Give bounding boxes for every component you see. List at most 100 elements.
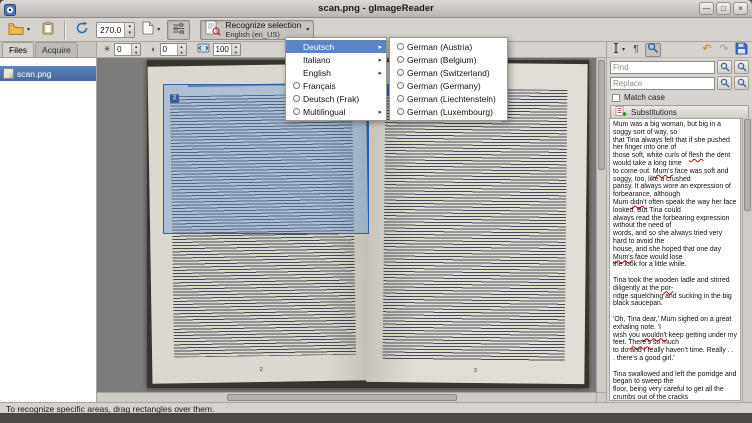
rotation-steppers[interactable]: ▴ ▾ [124,23,134,37]
replace-all-button[interactable] [734,76,749,90]
misspelled-word: wouldn't [642,332,667,339]
menu-item-german-austria[interactable]: German (Austria) [390,40,507,53]
undo-button[interactable]: ↶ [699,43,715,57]
substitutions-button[interactable]: Substitutions [610,105,749,119]
app-window: scan.png - gImageReader — □ × ▾ 270.0 [0,0,752,423]
brightness-spinbox[interactable]: 0 ▴▾ [114,43,141,56]
page-icon [142,21,154,38]
menu-item-gutter [290,95,303,102]
find-next-button[interactable] [734,60,749,74]
scrollbar-thumb[interactable] [227,394,457,401]
insert-mode-button[interactable]: ▾ [609,43,627,57]
menu-item-gutter [394,82,407,89]
search-icon [737,60,747,75]
scrollbar-thumb[interactable] [744,119,751,211]
substitutions-label: Substitutions [631,108,677,117]
menu-item-label: English [303,68,374,78]
open-button[interactable]: ▾ [3,20,35,40]
ocr-text-segment: often speak the way her face looked. But… [613,199,738,253]
spin-down-icon[interactable]: ▾ [232,50,240,56]
brightness-control: ☀ 0 ▴▾ [103,43,141,56]
redo-icon: ↷ [719,44,728,55]
misspelled-word: Mum's [613,254,633,261]
contrast-spinbox[interactable]: 0 ▴▾ [160,43,187,56]
substitutions-icon [615,105,627,119]
save-output-button[interactable] [733,43,750,57]
menu-item-label: Italiano [303,55,374,65]
search-icon [720,76,730,91]
menu-item-german-germany[interactable]: German (Germany) [390,79,507,92]
menu-item-german-luxembourg[interactable]: German (Luxembourg) [390,105,507,118]
misspelled-word: flesh [689,152,704,159]
menu-item-deutsch-frak[interactable]: Deutsch (Frak) [286,92,386,105]
contrast-steppers[interactable]: ▴▾ [177,44,186,55]
replace-button[interactable] [717,76,732,90]
find-replace-toggle[interactable] [645,43,661,57]
file-list[interactable]: scan.png [0,58,96,402]
match-case-checkbox[interactable] [612,94,620,102]
ocr-icon [205,20,221,39]
tab-acquire[interactable]: Acquire [35,42,78,57]
menu-item-gutter [394,43,407,50]
image-controls-toggle[interactable] [167,20,190,40]
menu-item-gutter [290,108,303,115]
replace-input[interactable] [610,77,715,90]
resolution-spinbox[interactable]: 100 ▴▾ [213,43,241,56]
strip-linebreaks-button[interactable]: ¶ [628,43,644,57]
page-button[interactable]: ▾ [137,20,165,40]
window-bottom-strip [0,413,752,423]
menu-item-german-belgium[interactable]: German (Belgium) [390,53,507,66]
menu-item-german-liechtenstein[interactable]: German (Liechtenstein) [390,92,507,105]
radio-icon [397,82,404,89]
spin-down-icon[interactable]: ▾ [132,50,140,56]
find-prev-button[interactable] [717,60,732,74]
misspelled-word: didn't [630,199,646,206]
spin-down-icon[interactable]: ▾ [178,50,186,56]
scrollbar-thumb[interactable] [598,60,605,170]
recognize-labels: Recognize selection English (en_US) [225,21,301,39]
spin-up-icon[interactable]: ▴ [125,23,134,30]
resolution-steppers[interactable]: ▴▾ [231,44,240,55]
tab-files[interactable]: Files [2,42,34,57]
menu-item-gutter [394,69,407,76]
find-replace-panel: Match case Substitutions [607,58,752,121]
canvas-hscrollbar[interactable] [97,392,596,402]
redo-button[interactable]: ↷ [716,43,732,57]
submenu-arrow-icon: ▸ [378,43,382,51]
dropdown-arrow-icon: ▾ [157,26,160,33]
menu-item-deutsch[interactable]: Deutsch▸ [286,40,386,53]
file-row[interactable]: scan.png [0,66,96,81]
image-thumbnail-icon [3,68,14,79]
text-cursor-icon [611,42,621,57]
paste-button[interactable] [37,20,59,40]
radio-icon [293,108,300,115]
brightness-steppers[interactable]: ▴▾ [131,44,140,55]
language-submenu[interactable]: German (Austria)German (Belgium)German (… [389,37,508,121]
menu-item-fran-ais[interactable]: Français [286,79,386,92]
submenu-arrow-icon: ▸ [378,69,382,77]
minimize-button[interactable]: — [699,2,714,15]
menu-item-german-switzerland[interactable]: German (Switzerland) [390,66,507,79]
spin-down-icon[interactable]: ▾ [125,30,134,37]
find-input[interactable] [610,61,715,74]
ocr-text[interactable]: Mum was a big woman, but big in a soggy … [609,118,741,401]
toolbar-separator [64,21,65,39]
statusbar: To recognize specific areas, drag rectan… [0,402,752,413]
language-menu[interactable]: Deutsch▸Italiano▸English▸FrançaisDeutsch… [285,37,387,121]
output-vscrollbar[interactable] [742,118,752,402]
scrollbar-corner [596,392,606,402]
rotation-spinbox[interactable]: 270.0 ▴ ▾ [96,22,135,38]
misspelled-word: There's [628,339,651,346]
menu-item-multilingual[interactable]: Multilingual▸ [286,105,386,118]
page-text-block [383,88,568,362]
maximize-button[interactable]: □ [716,2,731,15]
close-button[interactable]: × [733,2,748,15]
menu-item-italiano[interactable]: Italiano▸ [286,53,386,66]
menu-item-english[interactable]: English ▸ [286,66,386,79]
rotate-button[interactable] [70,20,94,40]
titlebar[interactable]: scan.png - gImageReader — □ × [0,0,752,18]
radio-icon [397,108,404,115]
ocr-output-area: Mum was a big woman, but big in a soggy … [607,118,752,402]
canvas-vscrollbar[interactable] [596,58,606,392]
menu-item-gutter [394,56,407,63]
